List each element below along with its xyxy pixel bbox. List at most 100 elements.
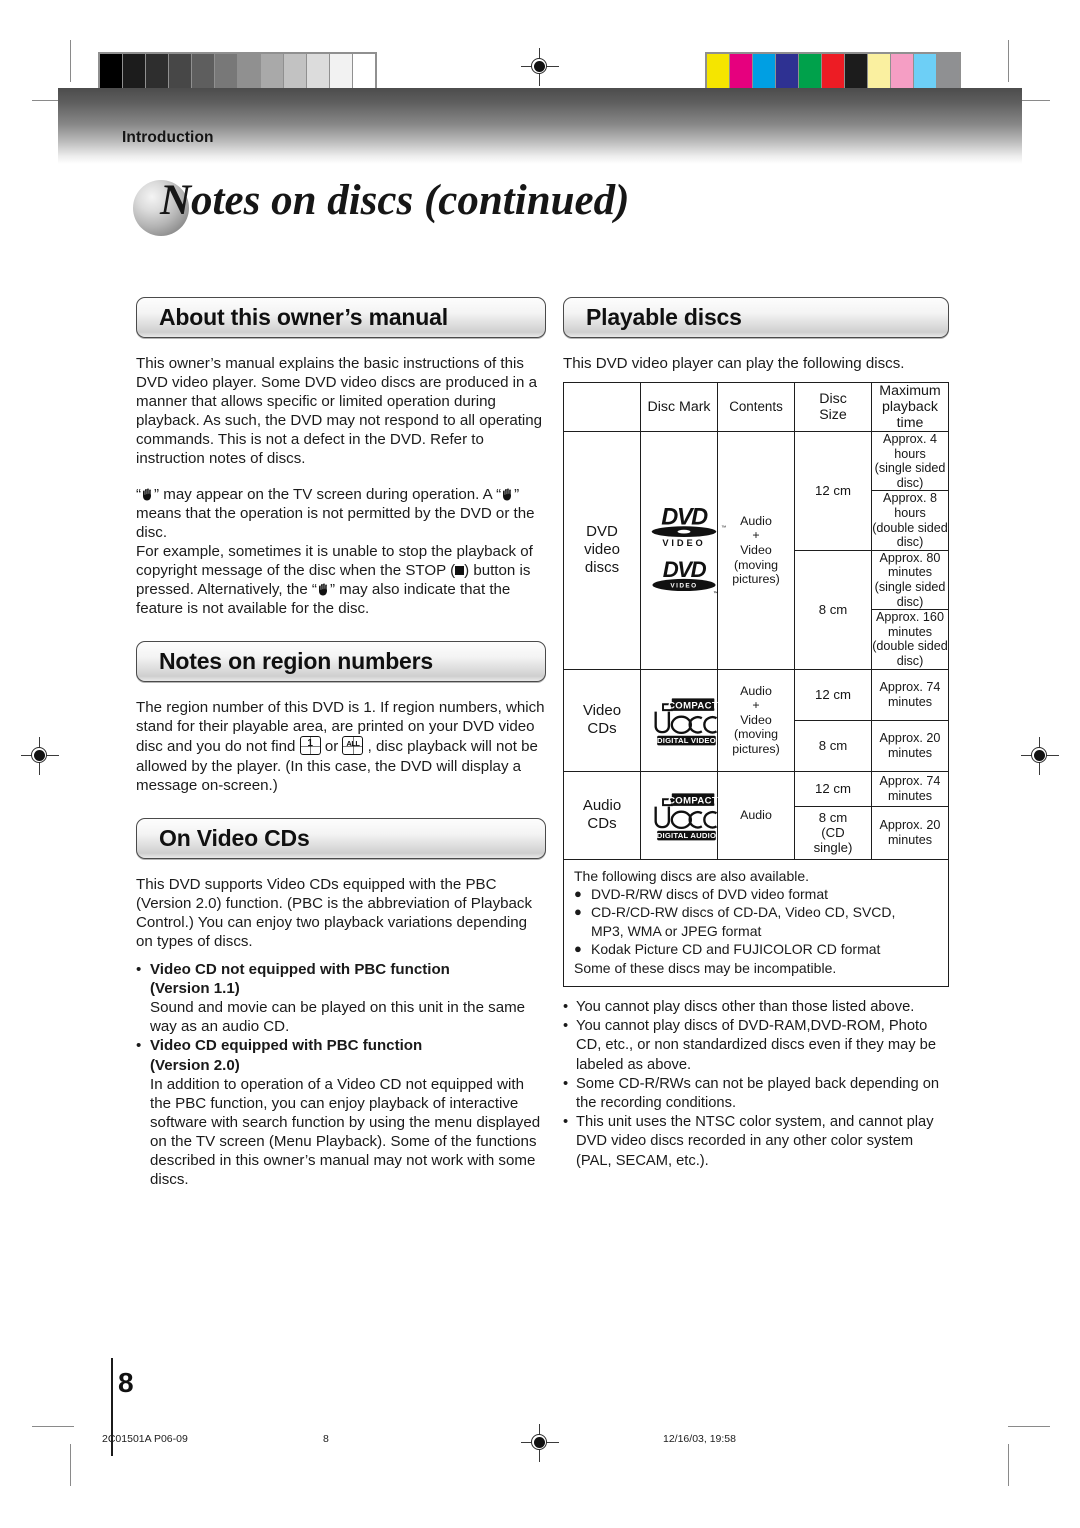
cell-time-vcd-8cm: Approx. 20 minutes: [871, 719, 949, 772]
bullet-dot: •: [563, 1075, 569, 1092]
crop-mark-left-lower: [32, 1426, 74, 1427]
prohibited-hand-icon: [501, 487, 514, 501]
grayscale-swatch: [123, 54, 145, 88]
right-column: Playable discs This DVD video player can…: [563, 297, 949, 1171]
color-swatch: [891, 54, 913, 88]
grayscale-swatch: [146, 54, 168, 88]
compact-disc-digital-video-logo: COMPACT DIGITAL VIDEO: [641, 694, 729, 746]
time-line1: Approx. 4 hours: [883, 432, 937, 461]
svg-text:DIGITAL AUDIO: DIGITAL AUDIO: [657, 832, 717, 841]
cat-line2: video: [584, 541, 620, 559]
note-item-1: • You cannot play discs other than those…: [563, 998, 949, 1017]
cell-audio-cd-mark: COMPACT DIGITAL AUDIO: [640, 770, 718, 860]
grayscale-swatch: [284, 54, 306, 88]
table-row-dvd-video-discs: DVD video discs DVD ™ VIDEO DVD VIDEO ™ …: [563, 431, 949, 670]
header-max-line2: playback time: [882, 399, 938, 432]
document-page: Introduction Notes on discs (continued) …: [0, 0, 1080, 1528]
also-available-item-2: ● CD-R/CD-RW discs of CD-DA, Video CD, S…: [574, 903, 938, 940]
contents-line: (moving: [733, 727, 779, 742]
cat-line2: CDs: [587, 720, 617, 738]
note-text: Some CD-R/RWs can not be played back dep…: [576, 1075, 940, 1112]
cell-time-vcd-12cm: Approx. 74 minutes: [871, 668, 949, 721]
also-item-text: Kodak Picture CD and FUJICOLOR CD format: [591, 941, 881, 958]
about-manual-paragraph-2: “” may appear on the TV screen during op…: [136, 485, 546, 542]
grayscale-swatch: [307, 54, 329, 88]
cat-line1: Video: [582, 702, 622, 720]
bullet-disc: ●: [574, 941, 582, 957]
note-item-3: • Some CD-R/RWs can not be played back d…: [563, 1075, 949, 1113]
bullet-disc: ●: [574, 886, 582, 901]
crop-mark-top-right: [1008, 40, 1009, 82]
contents-line: Video: [740, 543, 772, 558]
playable-discs-intro: This DVD video player can play the follo…: [563, 355, 905, 372]
registration-mark-right: [1021, 737, 1059, 775]
also-item-text-line2: MP3, WMA or JPEG format: [591, 922, 762, 939]
crop-mark-right-lower: [1008, 1426, 1050, 1427]
page-number: 8: [118, 1367, 134, 1398]
bullet-1-title-line2: (Version 1.1): [150, 980, 240, 998]
color-swatch: [914, 54, 936, 88]
bullet-2-title-line1: Video CD equipped with PBC function: [150, 1037, 423, 1055]
grayscale-swatch: [330, 54, 352, 88]
note-text: This unit uses the NTSC color system, an…: [576, 1114, 934, 1169]
also-available-footer: Some of these discs may be incompatible.: [574, 959, 837, 976]
heading-notes-on-region-numbers: Notes on region numbers: [136, 641, 546, 683]
header-max-line1: Maximum: [879, 383, 941, 400]
prohibited-hand-icon: [317, 582, 330, 596]
also-item-text: DVD-R/RW discs of DVD video format: [591, 886, 829, 902]
bullet-dot: •: [563, 1114, 569, 1131]
time-line2: (single sided disc): [874, 580, 946, 609]
contents-line: pictures): [732, 741, 780, 756]
color-swatch: [845, 54, 867, 88]
svg-text:DVD: DVD: [663, 557, 707, 582]
cat-line1: DVD: [586, 523, 618, 541]
header-disc-size-line1: Disc: [819, 391, 847, 408]
svg-text:VIDEO: VIDEO: [670, 583, 697, 590]
region-text-b: or: [320, 738, 343, 756]
header-blank: [563, 382, 641, 433]
cell-category-video-cds: Video CDs: [563, 668, 641, 772]
cell-size-vcd-12cm: 12 cm: [794, 668, 872, 721]
grayscale-swatch: [261, 54, 283, 88]
prohibited-hand-icon: [141, 487, 154, 501]
region-all-icon: ALL: [342, 736, 364, 756]
header-disc-mark: Disc Mark: [640, 382, 718, 433]
also-available-item-3: ● Kodak Picture CD and FUJICOLOR CD form…: [574, 940, 938, 958]
size-line1: 8 cm: [818, 810, 848, 826]
table-header-row: Disc Mark Contents Disc Size Maximum pla…: [563, 382, 949, 433]
svg-text:™: ™: [713, 591, 718, 597]
size-line3: single): [813, 840, 853, 856]
heading-on-video-cds: On Video CDs: [136, 817, 546, 859]
cell-size-dvd-8cm: 8 cm: [794, 549, 872, 670]
color-swatch: [730, 54, 752, 88]
region-1-icon: 1: [299, 736, 321, 756]
cell-time-dvd-12cm-single: Approx. 4 hours (single sided disc): [871, 431, 949, 492]
contents-line: Video: [740, 712, 772, 727]
svg-text:™: ™: [721, 525, 726, 531]
contents-line: Audio: [740, 683, 772, 698]
bullet-2-body: In addition to operation of a Video CD n…: [150, 1075, 541, 1189]
cell-video-cd-mark: COMPACT DIGITAL VIDEO: [640, 668, 718, 772]
grayscale-swatch: [192, 54, 214, 88]
header-disc-size: Disc Size: [794, 382, 872, 433]
heading-label: About this owner’s manual: [159, 304, 448, 330]
color-swatch: [937, 54, 959, 88]
note-text: You cannot play discs of DVD-RAM,DVD-ROM…: [576, 1018, 937, 1073]
cell-time-acd-8cm: Approx. 20 minutes: [871, 805, 949, 860]
table-row-video-cds: Video CDs COMPACT DIGITAL VIDEO Audio + …: [563, 668, 949, 772]
video-cd-bullet-1: • Video CD not equipped with PBC functio…: [136, 960, 546, 1036]
time-line1: Approx. 160 minutes: [876, 610, 944, 639]
cell-time-acd-12cm: Approx. 74 minutes: [871, 770, 949, 807]
footer-folio: 8: [323, 1433, 329, 1445]
bullet-2-title-line2: (Version 2.0): [150, 1056, 240, 1074]
cell-contents-video-cds: Audio + Video (moving pictures): [717, 668, 795, 772]
svg-text:COMPACT: COMPACT: [668, 701, 718, 712]
also-available-intro: The following discs are also available.: [574, 867, 810, 884]
crop-mark-bottom-right: [1008, 1444, 1009, 1486]
contents-line: pictures): [732, 572, 780, 587]
header-maximum-playback-time: Maximum playback time: [871, 382, 949, 433]
heading-label: Notes on region numbers: [159, 648, 433, 675]
page-title: Notes on discs (continued): [160, 177, 630, 224]
color-swatch: [707, 54, 729, 88]
cell-size-dvd-12cm: 12 cm: [794, 431, 872, 551]
